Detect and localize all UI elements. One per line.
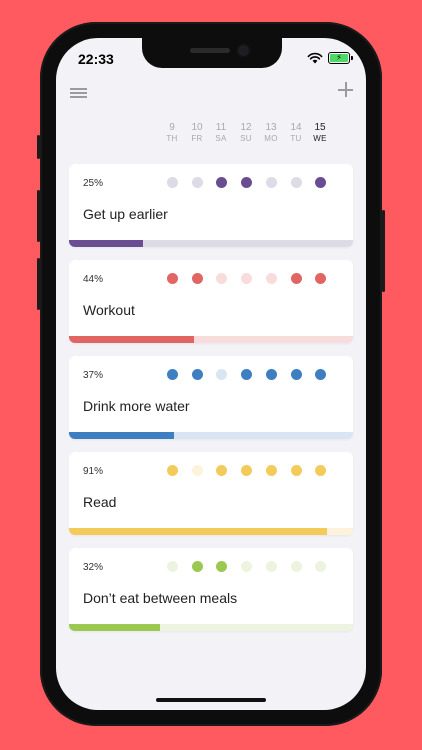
status-time: 22:33 bbox=[78, 51, 114, 67]
habit-day-toggle-su[interactable] bbox=[240, 465, 252, 476]
day-abbr: FR bbox=[191, 134, 203, 143]
habit-day-toggle-we[interactable] bbox=[314, 273, 326, 284]
day-abbr: TH bbox=[166, 134, 178, 143]
habit-percent: 91% bbox=[83, 466, 104, 477]
habit-day-toggle-mo[interactable] bbox=[265, 273, 277, 284]
habit-day-toggle-tu[interactable] bbox=[290, 465, 302, 476]
day-abbr: WE bbox=[313, 134, 327, 143]
volume-down-button bbox=[37, 258, 40, 310]
day-column-th: 9 TH bbox=[160, 122, 184, 144]
day-number: 10 bbox=[191, 122, 203, 133]
habit-day-toggle-sa[interactable] bbox=[215, 465, 227, 476]
habit-progress-bar bbox=[69, 624, 353, 631]
day-column-fr: 10 FR bbox=[185, 122, 209, 144]
day-abbr: SU bbox=[240, 134, 252, 143]
day-column-we: 15 WE bbox=[308, 122, 332, 144]
habit-day-toggle-su[interactable] bbox=[240, 561, 252, 572]
habit-day-toggle-tu[interactable] bbox=[290, 177, 302, 188]
day-number: 13 bbox=[265, 122, 277, 133]
habit-day-toggle-mo[interactable] bbox=[265, 561, 277, 572]
habit-day-toggle-fr[interactable] bbox=[191, 369, 203, 380]
habit-progress-bar bbox=[69, 528, 353, 535]
app-screen: 22:33 ⚡ 9 TH 10 FR 11 SA 12 SU 13 MO 14 TU 15 WE 25% G… bbox=[56, 38, 366, 710]
habit-title: Get up earlier bbox=[83, 206, 168, 222]
day-number: 12 bbox=[240, 122, 252, 133]
day-column-sa: 11 SA bbox=[209, 122, 233, 144]
day-abbr: SA bbox=[215, 134, 227, 143]
habit-day-toggle-su[interactable] bbox=[240, 177, 252, 188]
habit-day-toggle-th[interactable] bbox=[166, 561, 178, 572]
habit-day-toggle-sa[interactable] bbox=[215, 273, 227, 284]
day-number: 15 bbox=[314, 122, 326, 133]
habit-title: Read bbox=[83, 494, 117, 510]
day-column-mo: 13 MO bbox=[259, 122, 283, 144]
day-abbr: MO bbox=[264, 134, 278, 143]
habit-percent: 32% bbox=[83, 562, 104, 573]
day-column-tu: 14 TU bbox=[284, 122, 308, 144]
volume-up-button bbox=[37, 190, 40, 242]
habit-progress-fill bbox=[69, 432, 175, 439]
habit-day-toggle-fr[interactable] bbox=[191, 273, 203, 284]
habit-card[interactable]: 91% Read bbox=[69, 452, 353, 535]
habit-card[interactable]: 37% Drink more water bbox=[69, 356, 353, 439]
habit-card[interactable]: 44% Workout bbox=[69, 260, 353, 343]
day-number: 11 bbox=[215, 122, 227, 133]
phone-frame: 22:33 ⚡ 9 TH 10 FR 11 SA 12 SU 13 MO 14 TU 15 WE 25% G… bbox=[37, 22, 385, 726]
habit-progress-fill bbox=[69, 240, 143, 247]
speaker bbox=[190, 48, 230, 53]
habit-percent: 44% bbox=[83, 274, 104, 285]
habit-day-toggle-tu[interactable] bbox=[290, 561, 302, 572]
habit-day-toggle-mo[interactable] bbox=[265, 177, 277, 188]
habit-percent: 25% bbox=[83, 178, 104, 189]
day-abbr: TU bbox=[290, 134, 302, 143]
habit-progress-bar bbox=[69, 336, 353, 343]
habit-card[interactable]: 25% Get up earlier bbox=[69, 164, 353, 247]
habit-title: Don’t eat between meals bbox=[83, 590, 238, 606]
habit-percent: 37% bbox=[83, 370, 104, 381]
wifi-icon bbox=[307, 52, 323, 64]
habit-progress-fill bbox=[69, 336, 194, 343]
habit-day-toggle-th[interactable] bbox=[166, 369, 178, 380]
habit-day-toggle-tu[interactable] bbox=[290, 273, 302, 284]
habit-progress-fill bbox=[69, 528, 328, 535]
habit-day-toggle-fr[interactable] bbox=[191, 465, 203, 476]
day-header: 9 TH 10 FR 11 SA 12 SU 13 MO 14 TU 15 WE bbox=[56, 122, 366, 152]
habit-progress-bar bbox=[69, 240, 353, 247]
mute-switch bbox=[37, 135, 40, 159]
status-indicators: ⚡ bbox=[307, 52, 353, 64]
habit-day-toggle-th[interactable] bbox=[166, 273, 178, 284]
habit-day-toggle-we[interactable] bbox=[314, 465, 326, 476]
habit-day-toggle-sa[interactable] bbox=[215, 177, 227, 188]
habit-title: Workout bbox=[83, 302, 135, 318]
habit-day-toggle-su[interactable] bbox=[240, 369, 252, 380]
habit-day-toggle-fr[interactable] bbox=[191, 561, 203, 572]
power-button bbox=[382, 210, 385, 292]
habit-day-toggle-sa[interactable] bbox=[215, 561, 227, 572]
habit-day-toggle-su[interactable] bbox=[240, 273, 252, 284]
menu-icon[interactable] bbox=[70, 88, 87, 98]
habit-day-toggle-we[interactable] bbox=[314, 561, 326, 572]
habit-title: Drink more water bbox=[83, 398, 190, 414]
habit-progress-bar bbox=[69, 432, 353, 439]
day-column-su: 12 SU bbox=[234, 122, 258, 144]
habit-progress-fill bbox=[69, 624, 160, 631]
day-number: 14 bbox=[290, 122, 302, 133]
habit-day-toggle-mo[interactable] bbox=[265, 465, 277, 476]
habit-day-toggle-we[interactable] bbox=[314, 369, 326, 380]
add-habit-icon[interactable] bbox=[338, 82, 353, 97]
habit-day-toggle-fr[interactable] bbox=[191, 177, 203, 188]
habit-day-toggle-we[interactable] bbox=[314, 177, 326, 188]
battery-charging-icon: ⚡ bbox=[328, 52, 353, 64]
day-number: 9 bbox=[169, 122, 175, 133]
home-indicator[interactable] bbox=[156, 698, 266, 702]
habit-day-toggle-th[interactable] bbox=[166, 177, 178, 188]
front-camera bbox=[238, 45, 249, 56]
habit-day-toggle-tu[interactable] bbox=[290, 369, 302, 380]
notch bbox=[142, 38, 282, 68]
habit-day-toggle-sa[interactable] bbox=[215, 369, 227, 380]
habit-day-toggle-mo[interactable] bbox=[265, 369, 277, 380]
habit-card[interactable]: 32% Don’t eat between meals bbox=[69, 548, 353, 631]
habit-day-toggle-th[interactable] bbox=[166, 465, 178, 476]
